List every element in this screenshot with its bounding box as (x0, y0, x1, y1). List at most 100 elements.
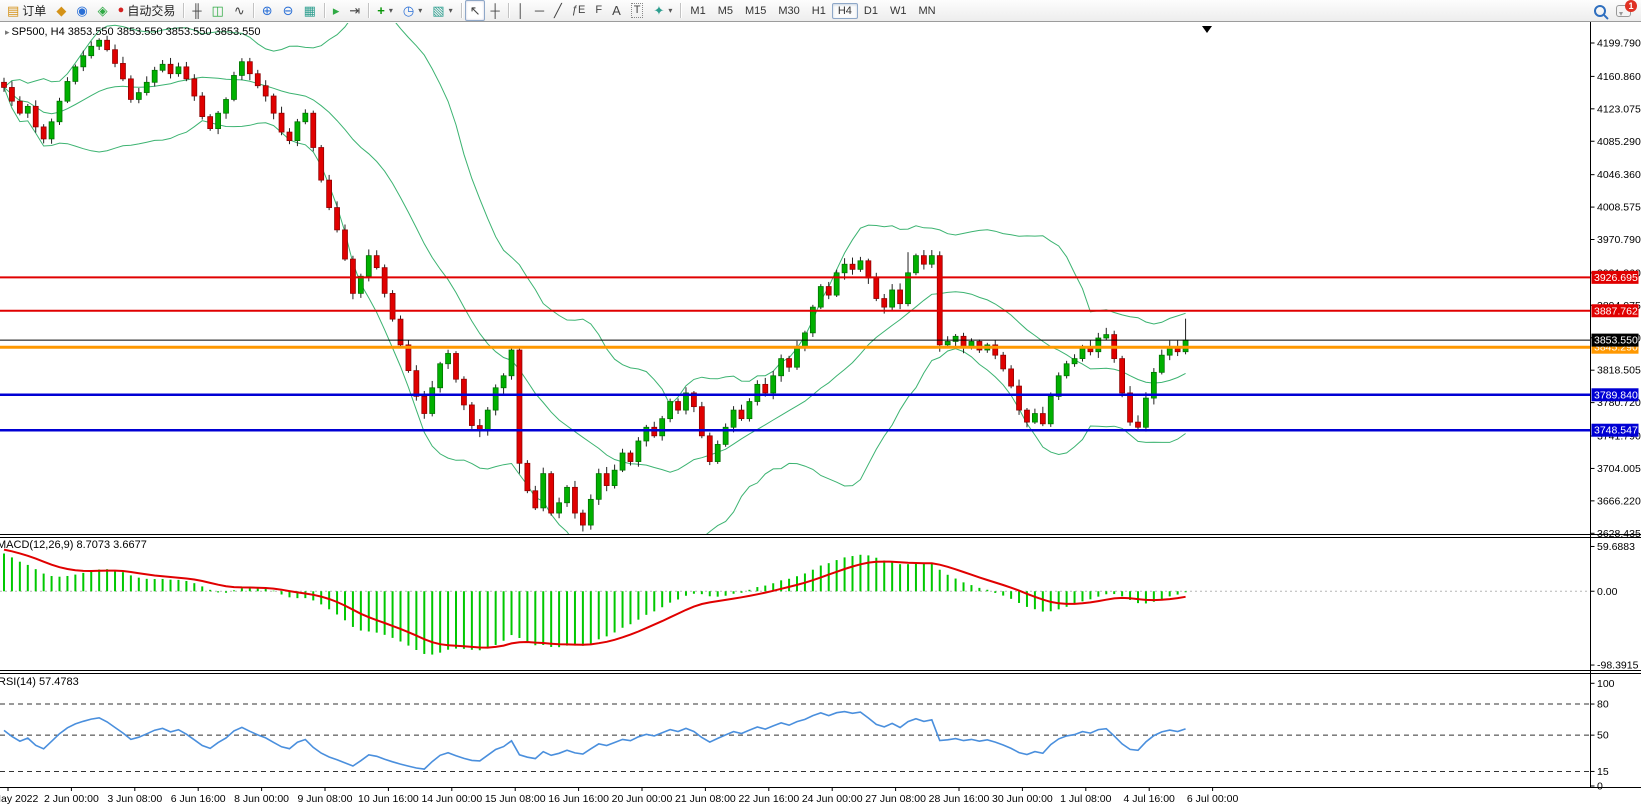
bear-candle (454, 353, 459, 379)
bull-candle (795, 347, 800, 368)
chat-icon[interactable]: 1 (1616, 5, 1631, 17)
time-tick-label: 22 Jun 16:00 (738, 793, 799, 805)
bull-candle (858, 261, 863, 270)
zoom-in-icon: ⊕ (262, 4, 273, 17)
arrows-tool-button[interactable]: ✦ ▾ (648, 0, 677, 21)
candlesticks[interactable] (2, 36, 1189, 532)
bear-candle (311, 113, 316, 147)
tile-windows-button[interactable]: ▦ (299, 0, 321, 21)
price-tick-label: 3970.790 (1597, 234, 1641, 246)
bar-chart-button[interactable]: ╫ (187, 0, 206, 21)
notification-badge: 1 (1625, 0, 1637, 12)
timeframe-m30-button[interactable]: M30 (772, 3, 805, 19)
bull-candle (81, 56, 86, 67)
bear-candle (739, 410, 744, 419)
market-button[interactable]: ◉ (71, 0, 92, 21)
auto-scroll-button[interactable]: ▸ (328, 0, 345, 21)
search-icon[interactable] (1594, 5, 1606, 17)
periods-button[interactable]: ◷ ▾ (398, 0, 427, 21)
bull-candle (890, 290, 895, 307)
time-tick-label: 15 Jun 08:00 (485, 793, 546, 805)
rsi-panel[interactable] (0, 704, 1590, 771)
line-chart-button[interactable]: ∿ (229, 0, 250, 21)
signals-button[interactable]: ◈ (93, 0, 113, 21)
chart-shift-marker[interactable] (1202, 26, 1212, 33)
time-tick-label: 8 Jun 00:00 (234, 793, 289, 805)
bull-candle (779, 359, 784, 376)
arrows-icon: ✦ (653, 4, 664, 17)
bear-candle (255, 74, 260, 86)
time-tick-label: 4 Jul 16:00 (1124, 793, 1176, 805)
chart-canvas[interactable]: 4199.7904160.8604123.0754085.2904046.360… (0, 22, 1641, 810)
rsi-line (4, 712, 1186, 770)
bull-candle (747, 402, 752, 419)
templates-button[interactable]: ▧ ▾ (427, 0, 457, 21)
bear-candle (327, 180, 332, 207)
text-tool-button[interactable]: A (607, 0, 626, 21)
fibo-expansion-tool-button[interactable]: ƒE (567, 0, 590, 21)
time-tick-label: 10 Jun 16:00 (358, 793, 419, 805)
fibo-fan-icon: F (595, 4, 602, 17)
bull-candle (366, 256, 371, 277)
macd-tick-label: 59.6883 (1597, 541, 1635, 553)
timeframe-h1-button[interactable]: H1 (806, 3, 832, 19)
macd-tick-label: -98.3915 (1597, 660, 1639, 672)
timeframe-h4-button[interactable]: H4 (832, 3, 858, 19)
new-order-button[interactable]: ▤ 订单 (2, 0, 51, 21)
chart-window[interactable]: 4199.7904160.8604123.0754085.2904046.360… (0, 22, 1641, 810)
bull-candle (834, 273, 839, 295)
cursor-tool-button[interactable]: ↖ (465, 0, 486, 21)
bull-candle (1056, 376, 1061, 397)
bollinger-middle-band (4, 77, 1186, 472)
timeframe-m5-button[interactable]: M5 (712, 3, 739, 19)
time-tick-label: 3 Jun 08:00 (107, 793, 162, 805)
time-tick-label: 31 May 2022 (0, 793, 39, 805)
zoom-in-button[interactable]: ⊕ (257, 0, 278, 21)
bear-candle (921, 256, 926, 265)
vertical-line-tool-button[interactable]: │ (512, 0, 530, 21)
timeframe-w1-button[interactable]: W1 (884, 3, 913, 19)
bear-candle (469, 405, 474, 426)
zoom-out-button[interactable]: ⊖ (278, 0, 299, 21)
bull-candle (1104, 335, 1109, 338)
bull-candle (25, 106, 30, 113)
macd-panel[interactable] (0, 550, 1590, 655)
fibo-fan-tool-button[interactable]: F (590, 0, 607, 21)
mql-editor-button[interactable]: ◆ (51, 0, 71, 21)
bear-candle (580, 513, 585, 525)
bear-candle (406, 345, 411, 371)
time-axis[interactable]: 31 May 20222 Jun 00:003 Jun 08:006 Jun 1… (0, 788, 1238, 806)
crosshair-tool-button[interactable]: ┼ (485, 0, 504, 21)
timeframe-mn-button[interactable]: MN (912, 3, 941, 19)
trendline-tool-button[interactable]: ╱ (549, 0, 567, 21)
bear-candle (525, 463, 530, 490)
timeframe-m15-button[interactable]: M15 (739, 3, 772, 19)
bull-candle (913, 256, 918, 273)
bear-candle (1017, 386, 1022, 410)
candlestick-chart-button[interactable]: ◫ (207, 0, 229, 21)
chart-shift-button[interactable]: ⇥ (344, 0, 365, 21)
rsi-tick-label: 0 (1597, 781, 1603, 793)
bear-candle (184, 67, 189, 79)
price-axis[interactable]: 4199.7904160.8604123.0754085.2904046.360… (1591, 38, 1641, 540)
indicators-button[interactable]: + ▾ (372, 0, 398, 21)
macd-signal-line (4, 550, 1186, 648)
bear-candle (33, 106, 38, 127)
bear-candle (422, 396, 427, 413)
time-tick-label: 2 Jun 00:00 (44, 793, 99, 805)
bull-candle (636, 441, 641, 462)
bear-candle (128, 79, 133, 100)
bollinger-bands (4, 22, 1186, 562)
label-tool-button[interactable]: T (626, 0, 649, 21)
time-tick-label: 21 Jun 08:00 (675, 793, 736, 805)
price-tick-label: 3704.005 (1597, 463, 1641, 475)
horizontal-line-tool-button[interactable]: ─ (530, 0, 549, 21)
timeframe-d1-button[interactable]: D1 (858, 3, 884, 19)
bear-candle (549, 474, 554, 513)
bull-candle (144, 82, 149, 92)
auto-scroll-icon: ▸ (333, 4, 340, 17)
autotrading-button[interactable]: ● 自动交易 (113, 0, 181, 21)
bear-candle (2, 82, 7, 87)
bull-candle (731, 410, 736, 427)
timeframe-m1-button[interactable]: M1 (684, 3, 711, 19)
